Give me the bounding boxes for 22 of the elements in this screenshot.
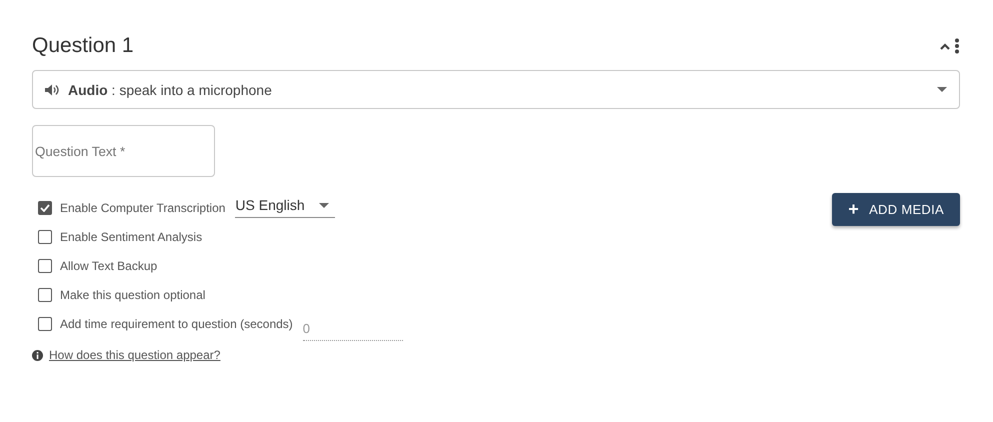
caret-icon xyxy=(318,202,329,208)
speaker-icon xyxy=(45,84,60,96)
more-icon[interactable] xyxy=(954,38,960,54)
help-link[interactable]: How does this question appear? xyxy=(49,348,220,362)
dropdown-caret-icon xyxy=(937,87,947,92)
collapse-icon[interactable] xyxy=(940,42,950,50)
question-type-select[interactable]: Audio : speak into a microphone xyxy=(32,70,960,109)
option-label: Make this question optional xyxy=(60,288,206,302)
option-label: Enable Sentiment Analysis xyxy=(60,230,202,244)
info-icon xyxy=(32,350,43,360)
checkbox[interactable] xyxy=(38,200,52,214)
checkbox[interactable] xyxy=(38,288,52,302)
checkbox[interactable] xyxy=(38,258,52,272)
checkbox[interactable] xyxy=(38,230,52,244)
add-media-button[interactable]: + ADD MEDIA xyxy=(832,193,960,226)
language-select[interactable]: US English xyxy=(235,197,335,218)
checkbox[interactable] xyxy=(38,316,52,330)
question-text-field[interactable]: Question Text * xyxy=(32,125,215,177)
question-title: Question 1 xyxy=(32,34,134,58)
option-label: Add time requirement to question (seconds) xyxy=(60,316,293,330)
option-label: Enable Computer Transcription xyxy=(60,200,226,214)
option-label: Allow Text Backup xyxy=(60,258,158,272)
